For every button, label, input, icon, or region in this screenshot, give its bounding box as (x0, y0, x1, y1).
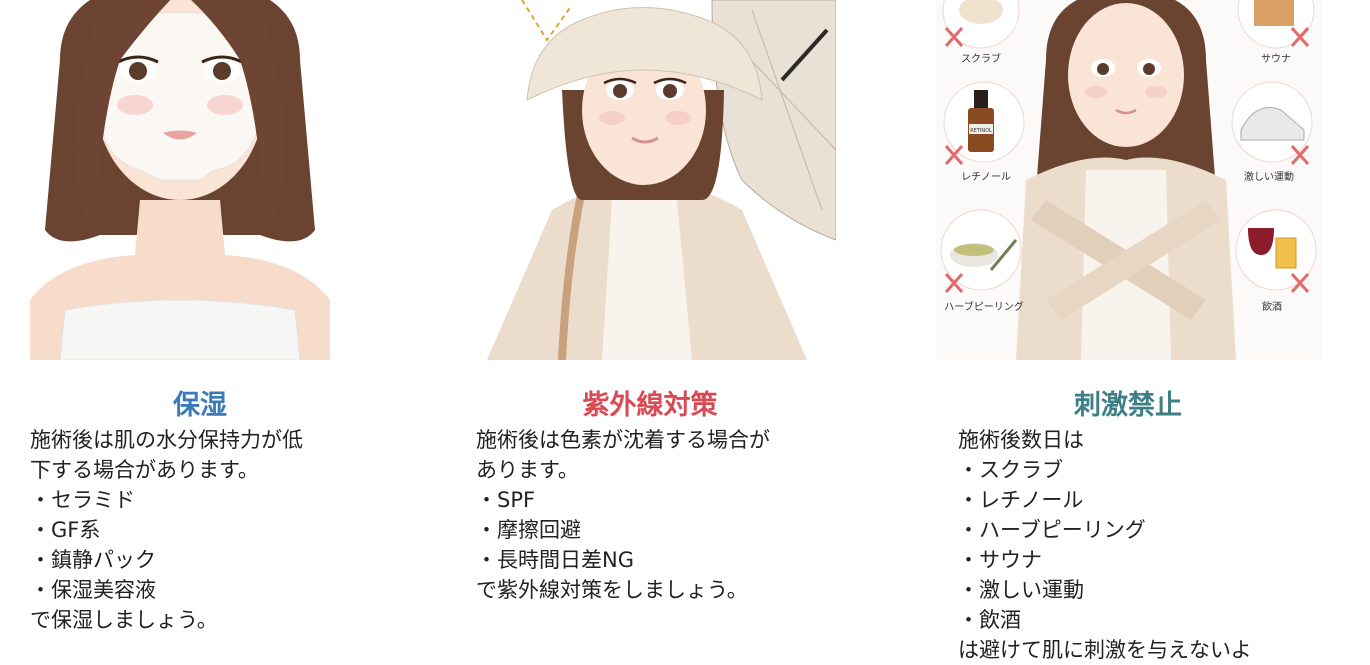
text-line: ・ハーブピーリング (958, 518, 1146, 542)
text-line: 施術後数日は (958, 428, 1084, 452)
text-line: ・スクラブ (958, 458, 1063, 482)
text-line: は避けて肌に刺激を与えないよ (958, 638, 1252, 662)
text-line: ・摩擦回避 (476, 518, 581, 542)
text-line: 施術後は色素が沈着する場合が (476, 428, 770, 452)
woman-face-mask-image (0, 0, 360, 360)
retinol-label: レチノール (961, 171, 1011, 183)
text-line: あります。 (476, 458, 579, 482)
text-line: ・GF系 (30, 518, 101, 542)
sauna-label: サウナ (1261, 53, 1291, 65)
text-line: ・長時間日差NG (476, 548, 634, 572)
text-line: ・飲酒 (958, 608, 1021, 632)
illustration-uv-protection (462, 0, 836, 360)
alcohol-label: 飲酒 (1262, 300, 1282, 313)
text-line: ・激しい運動 (958, 578, 1084, 602)
text-line: ・鎮静パック (30, 548, 156, 572)
text-line: で保湿しましょう。 (30, 608, 218, 632)
woman-arms-crossed-image: スクラブ サウナ RETINOL レチノール 激しい運動 ハーブピーリング 飲酒 (936, 0, 1322, 360)
exercise-label: 激しい運動 (1244, 170, 1294, 183)
illustration-no-irritation: スクラブ サウナ RETINOL レチノール 激しい運動 ハーブピーリング 飲酒 (936, 0, 1322, 360)
herb-peeling-label: ハーブピーリング (944, 300, 1023, 313)
text-line: ・サウナ (958, 548, 1042, 572)
woman-sun-hat-image (462, 0, 836, 360)
illustration-hydration (0, 0, 360, 360)
text-line: ・SPF (476, 488, 536, 512)
retinol-bottle-label: RETINOL (970, 128, 992, 134)
irritation-text: 施術後数日は ・スクラブ ・レチノール ・ハーブピーリング ・サウナ ・激しい運… (958, 425, 1358, 665)
text-line: で紫外線対策をしましょう。 (476, 578, 748, 602)
scrub-label: スクラブ (961, 52, 1001, 65)
text-line: ・レチノール (958, 488, 1084, 512)
hydration-heading: 保湿 (173, 390, 227, 421)
uv-heading: 紫外線対策 (582, 390, 718, 421)
hydration-text: 施術後は肌の水分保持力が低 下する場合があります。 ・セラミド ・GF系 ・鎮静… (30, 425, 390, 635)
text-line: ・保湿美容液 (30, 578, 156, 602)
uv-text: 施術後は色素が沈着する場合が あります。 ・SPF ・摩擦回避 ・長時間日差NG… (476, 425, 856, 605)
text-line: 下する場合があります。 (30, 458, 259, 482)
irritation-heading: 刺激禁止 (1074, 390, 1182, 421)
text-line: ・セラミド (30, 488, 135, 512)
text-line: 施術後は肌の水分保持力が低 (30, 428, 303, 452)
